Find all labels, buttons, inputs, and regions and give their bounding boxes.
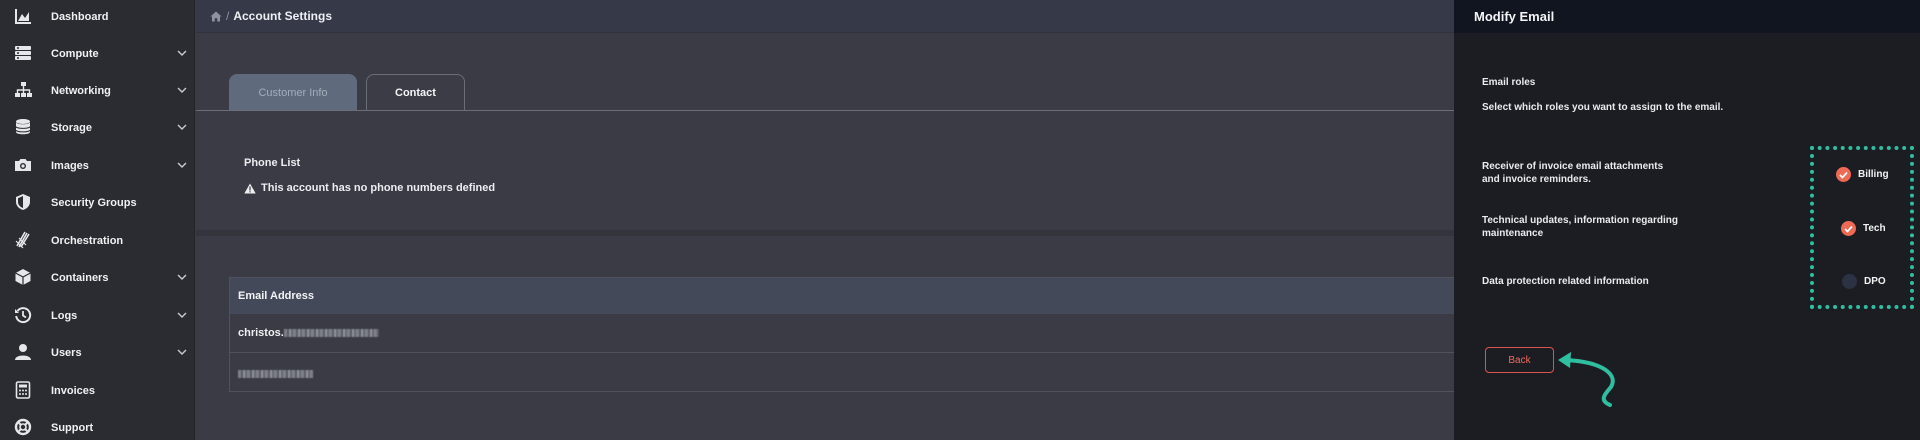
network-icon xyxy=(15,82,32,97)
sidebar: Dashboard Compute Networking Storage Ima… xyxy=(0,0,195,440)
calculator-icon xyxy=(15,381,31,399)
redacted-text xyxy=(238,369,313,378)
role-description-billing: Receiver of invoice email attachments an… xyxy=(1482,160,1702,186)
annotation-arrow-icon xyxy=(1558,352,1615,407)
role-label: Billing xyxy=(1858,169,1889,180)
sidebar-item-logs[interactable]: Logs xyxy=(0,297,195,334)
role-desc-line: Receiver of invoice email attachments xyxy=(1482,161,1664,172)
email-address: christos. xyxy=(238,327,284,339)
tab-label: Customer Info xyxy=(258,86,328,99)
sidebar-item-label: Compute xyxy=(51,47,99,60)
sidebar-item-users[interactable]: Users xyxy=(0,334,195,371)
role-description-tech: Technical updates, information regarding… xyxy=(1482,214,1702,240)
home-icon[interactable] xyxy=(210,11,222,22)
sidebar-item-orchestration[interactable]: Orchestration xyxy=(0,222,195,259)
tab-divider xyxy=(196,110,1454,111)
chevron-down-icon xyxy=(177,274,187,280)
server-icon xyxy=(15,46,31,60)
redacted-text xyxy=(283,329,379,337)
roles-subtitle: Select which roles you want to assign to… xyxy=(1482,102,1724,113)
sidebar-item-networking[interactable]: Networking xyxy=(0,72,195,109)
history-icon xyxy=(15,307,32,324)
sidebar-item-support[interactable]: Support xyxy=(0,409,195,440)
chevron-down-icon xyxy=(177,87,187,93)
sidebar-item-dashboard[interactable]: Dashboard xyxy=(0,0,195,35)
lifebuoy-icon xyxy=(14,418,32,436)
chevron-down-icon xyxy=(177,124,187,130)
table-row[interactable]: christos. xyxy=(230,314,1455,353)
camera-icon xyxy=(15,159,31,171)
database-icon xyxy=(15,119,31,135)
panel-header: Modify Email xyxy=(1454,0,1920,33)
sidebar-item-label: Users xyxy=(51,346,82,359)
email-table: Email Address christos. xyxy=(229,277,1455,393)
check-icon xyxy=(1836,167,1851,182)
page-title: Account Settings xyxy=(233,9,333,23)
tab-label: Contact xyxy=(395,87,436,99)
chart-area-icon xyxy=(15,9,31,24)
breadcrumb-separator: / xyxy=(226,9,230,23)
cube-icon xyxy=(15,269,31,285)
top-bar: / Account Settings xyxy=(196,0,1454,33)
sidebar-item-security-groups[interactable]: Security Groups xyxy=(0,184,195,221)
sidebar-item-invoices[interactable]: Invoices xyxy=(0,372,195,409)
sidebar-item-label: Invoices xyxy=(51,384,96,397)
sidebar-item-storage[interactable]: Storage xyxy=(0,109,195,146)
roles-title: Email roles xyxy=(1482,77,1536,88)
tab-contact[interactable]: Contact xyxy=(366,74,465,111)
phone-list-title: Phone List xyxy=(244,157,301,169)
sidebar-item-label: Orchestration xyxy=(51,234,124,247)
role-label: Tech xyxy=(1863,223,1886,234)
chevron-down-icon xyxy=(177,312,187,318)
main-content: / Account Settings Customer Info Contact… xyxy=(196,0,1455,440)
chevron-down-icon xyxy=(177,162,187,168)
sidebar-item-label: Images xyxy=(51,159,89,172)
chevron-down-icon xyxy=(177,349,187,355)
modify-email-panel: Modify Email Email roles Select which ro… xyxy=(1454,0,1920,440)
sidebar-item-label: Networking xyxy=(51,84,111,97)
role-checkbox-dpo[interactable]: DPO xyxy=(1842,274,1886,289)
sidebar-item-label: Support xyxy=(51,421,94,434)
sidebar-item-label: Containers xyxy=(51,271,109,284)
sidebar-item-images[interactable]: Images xyxy=(0,147,195,184)
breadcrumb: / Account Settings xyxy=(210,9,332,23)
sidebar-item-label: Logs xyxy=(51,309,78,322)
role-description-dpo: Data protection related information xyxy=(1482,275,1702,288)
email-table-header: Email Address xyxy=(230,278,1455,314)
panel-title: Modify Email xyxy=(1474,9,1555,24)
role-desc-line: Technical updates, information regarding xyxy=(1482,215,1678,226)
user-icon xyxy=(15,344,31,360)
sidebar-item-label: Storage xyxy=(51,121,92,134)
warning-icon xyxy=(244,183,256,193)
tab-customer-info[interactable]: Customer Info xyxy=(229,74,357,111)
role-checkbox-tech[interactable]: Tech xyxy=(1841,221,1886,236)
orchestration-icon xyxy=(15,231,30,249)
sidebar-item-containers[interactable]: Containers xyxy=(0,259,195,296)
back-button[interactable]: Back xyxy=(1485,347,1554,373)
role-desc-line: Data protection related information xyxy=(1482,276,1649,287)
sidebar-item-label: Security Groups xyxy=(51,196,137,209)
phone-warning-text: This account has no phone numbers define… xyxy=(261,182,496,194)
sidebar-item-label: Dashboard xyxy=(51,10,109,23)
table-row[interactable] xyxy=(230,354,1455,393)
section-divider xyxy=(196,230,1454,236)
role-desc-line: and invoice reminders. xyxy=(1482,174,1591,185)
unchecked-circle-icon xyxy=(1842,274,1857,289)
sidebar-item-compute[interactable]: Compute xyxy=(0,35,195,72)
phone-warning: This account has no phone numbers define… xyxy=(244,182,495,194)
shield-icon xyxy=(16,194,30,210)
chevron-down-icon xyxy=(177,50,187,56)
check-icon xyxy=(1841,221,1856,236)
role-checkbox-billing[interactable]: Billing xyxy=(1836,167,1889,182)
role-label: DPO xyxy=(1864,276,1886,287)
role-desc-line: maintenance xyxy=(1482,228,1544,239)
